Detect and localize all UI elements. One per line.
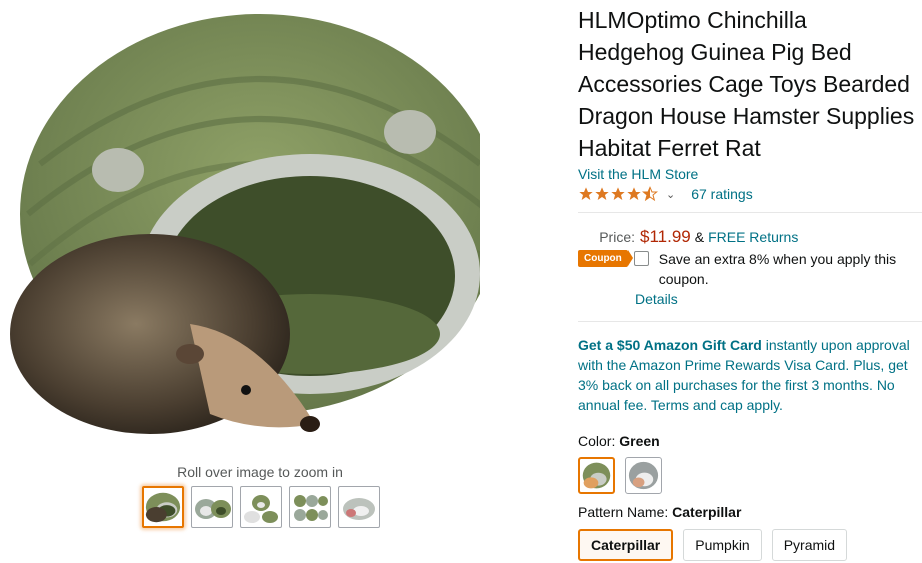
chevron-down-icon[interactable]: ⌄ <box>666 188 675 201</box>
color-label-text: Color: <box>578 433 620 449</box>
ratings-count-link[interactable]: 67 ratings <box>691 186 752 202</box>
pattern-label: Pattern Name: Caterpillar <box>578 504 918 520</box>
coupon-text: Save an extra 8% when you apply this cou… <box>658 251 897 287</box>
star-full-icon <box>579 187 593 200</box>
thumbnail-5[interactable] <box>338 486 380 528</box>
swatch-green[interactable] <box>578 457 615 494</box>
color-selected: Green <box>619 433 660 449</box>
price-row: Price: $11.99 & FREE Returns <box>578 227 918 247</box>
price-value: $11.99 <box>640 227 691 246</box>
pattern-selected: Caterpillar <box>672 504 742 520</box>
zoom-hint: Roll over image to zoom in <box>177 464 343 480</box>
swatch-grey[interactable] <box>625 457 662 494</box>
product-title: HLMOptimo Chinchilla Hedgehog Guinea Pig… <box>578 7 915 161</box>
store-link[interactable]: Visit the HLM Store <box>578 166 918 182</box>
thumbnail-1[interactable] <box>142 486 184 528</box>
star-full-icon <box>595 187 609 200</box>
thumbnail-4[interactable] <box>289 486 331 528</box>
rating-row: ⌄ 67 ratings <box>578 184 918 204</box>
product-details: HLMOptimo Chinchilla Hedgehog Guinea Pig… <box>578 4 922 561</box>
divider <box>578 212 922 213</box>
price-amp: & <box>694 229 705 245</box>
star-full-icon <box>627 187 641 200</box>
star-rating[interactable] <box>578 186 658 202</box>
coupon-details-link[interactable]: Details <box>635 291 918 307</box>
price-label: Price: <box>599 229 635 245</box>
color-swatches <box>578 457 918 494</box>
thumbnail-2[interactable] <box>191 486 233 528</box>
pattern-label-text: Pattern Name: <box>578 504 673 520</box>
divider <box>578 321 922 322</box>
pattern-button-pyramid[interactable]: Pyramid <box>771 529 848 561</box>
star-half-icon <box>642 186 658 202</box>
star-full-icon <box>611 187 625 200</box>
pattern-button-pumpkin[interactable]: Pumpkin <box>683 529 762 561</box>
promo-headline[interactable]: Get a $50 Amazon Gift Card <box>578 337 762 353</box>
promo-text[interactable]: Get a $50 Amazon Gift Card instantly upo… <box>578 335 922 415</box>
coupon-checkbox[interactable] <box>633 251 649 266</box>
pattern-button-caterpillar[interactable]: Caterpillar <box>578 529 674 561</box>
coupon-row: Coupon Save an extra 8% when you apply t… <box>578 249 918 289</box>
free-returns-link[interactable]: FREE Returns <box>708 229 798 245</box>
thumbnail-strip <box>142 486 380 528</box>
main-product-image[interactable] <box>10 4 500 454</box>
color-label: Color: Green <box>578 433 918 449</box>
coupon-badge: Coupon <box>578 250 633 267</box>
hedgehog-bed-image <box>10 14 500 434</box>
thumbnail-3[interactable] <box>240 486 282 528</box>
pattern-options: Caterpillar Pumpkin Pyramid <box>578 529 918 561</box>
